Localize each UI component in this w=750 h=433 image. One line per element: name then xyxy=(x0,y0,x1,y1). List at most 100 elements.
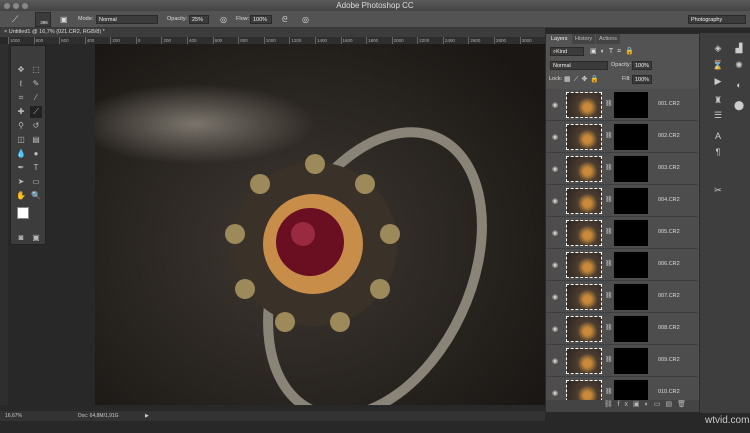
character-panel-icon[interactable]: A xyxy=(709,129,727,143)
layer-row[interactable]: ◉ ⛓ 004.CR2 xyxy=(546,185,698,217)
eyedropper-icon[interactable]: ⁄ xyxy=(30,92,42,104)
tab-layers[interactable]: Layers xyxy=(548,34,571,44)
layer-row[interactable]: ◉ ⛓ 006.CR2 xyxy=(546,249,698,281)
visibility-eye-icon[interactable]: ◉ xyxy=(552,165,558,173)
marquee-tool-icon[interactable]: ⬚ xyxy=(30,64,42,76)
zoom-window-button[interactable] xyxy=(22,3,28,9)
status-menu-arrow-icon[interactable]: ▶ xyxy=(145,411,149,421)
properties-icon[interactable]: ☰ xyxy=(709,108,727,122)
layers-footer-buttons[interactable]: ⛓fx▣◐▭▤🗑 xyxy=(546,400,699,412)
tab-actions[interactable]: Actions xyxy=(596,34,621,44)
layer-mask-thumbnail[interactable] xyxy=(614,156,648,182)
screen-mode-icon[interactable]: ▣ xyxy=(30,232,42,244)
visibility-eye-icon[interactable]: ◉ xyxy=(552,325,558,333)
filter-icons[interactable]: ▣◐T⌗🔒 xyxy=(590,47,638,56)
blur-icon[interactable]: 💧 xyxy=(15,148,27,160)
link-icon[interactable]: ⛓ xyxy=(605,164,613,171)
tools-icon[interactable]: ✂ xyxy=(709,183,727,197)
brush-tool-icon[interactable]: ⟋ xyxy=(30,106,42,118)
document-tab[interactable]: × Untitled1 @ 16,7% (021.CR2, RGB/8) * xyxy=(0,28,545,37)
fill-input[interactable]: 100% xyxy=(632,75,652,84)
close-window-button[interactable] xyxy=(4,3,10,9)
layer-mask-thumbnail[interactable] xyxy=(614,188,648,214)
layer-mask-thumbnail[interactable] xyxy=(614,316,648,342)
visibility-eye-icon[interactable]: ◉ xyxy=(552,101,558,109)
visibility-eye-icon[interactable]: ◉ xyxy=(552,261,558,269)
foreground-color-swatch[interactable] xyxy=(17,207,29,219)
brush-tool-icon[interactable]: ⟋ xyxy=(12,15,18,24)
layer-row[interactable]: ◉ ⛓ 005.CR2 xyxy=(546,217,698,249)
link-icon[interactable]: ⛓ xyxy=(605,260,613,267)
document-canvas[interactable] xyxy=(95,44,545,405)
layer-row[interactable]: ◉ ⛓ 008.CR2 xyxy=(546,313,698,345)
actions-panel-icon[interactable]: ▶ xyxy=(709,74,727,88)
history-brush-icon[interactable]: ↺ xyxy=(30,120,42,132)
tab-history[interactable]: History xyxy=(572,34,596,44)
clone-stamp-icon[interactable]: ⚲ xyxy=(15,120,27,132)
brush-presets-icon[interactable]: ♜ xyxy=(709,93,727,107)
layer-row[interactable]: ◉ ⛓ 009.CR2 xyxy=(546,345,698,377)
layers-panel-icon[interactable]: ◈ xyxy=(709,41,727,55)
zoom-icon[interactable]: 🔍 xyxy=(30,190,42,202)
pressure-opacity-icon[interactable]: ◎ xyxy=(220,15,227,24)
visibility-eye-icon[interactable]: ◉ xyxy=(552,197,558,205)
layer-mask-thumbnail[interactable] xyxy=(614,220,648,246)
brush-size-picker[interactable]: 396 xyxy=(35,12,51,27)
visibility-eye-icon[interactable]: ◉ xyxy=(552,357,558,365)
visibility-eye-icon[interactable]: ◉ xyxy=(552,293,558,301)
adjustments-icon[interactable]: ✺ xyxy=(730,58,748,72)
visibility-eye-icon[interactable]: ◉ xyxy=(552,133,558,141)
airbrush-icon[interactable]: ᘓ xyxy=(282,15,288,24)
pressure-size-icon[interactable]: ◎ xyxy=(302,15,309,24)
gradient-icon[interactable]: ▤ xyxy=(30,134,42,146)
move-tool-icon[interactable]: ✥ xyxy=(15,64,27,76)
link-icon[interactable]: ⛓ xyxy=(605,132,613,139)
quick-mask-icon[interactable]: ◙ xyxy=(15,232,27,244)
histogram-icon[interactable]: ▟ xyxy=(730,41,748,55)
layer-opacity-input[interactable]: 100% xyxy=(632,61,652,70)
link-icon[interactable]: ⛓ xyxy=(605,324,613,331)
mode-select[interactable]: Normal xyxy=(96,15,158,24)
layer-row[interactable]: ◉ ⛓ 001.CR2 xyxy=(546,89,698,121)
brush-panel-icon[interactable]: ▣ xyxy=(60,15,68,24)
dodge-icon[interactable]: ● xyxy=(30,148,42,160)
layer-mask-thumbnail[interactable] xyxy=(614,252,648,278)
link-icon[interactable]: ⛓ xyxy=(605,356,613,363)
path-select-icon[interactable]: ➤ xyxy=(15,176,27,188)
link-icon[interactable]: ⛓ xyxy=(605,100,613,107)
rectangle-icon[interactable]: ▭ xyxy=(30,176,42,188)
hand-icon[interactable]: ✋ xyxy=(15,190,27,202)
layer-mask-thumbnail[interactable] xyxy=(614,284,648,310)
lock-icons[interactable]: ▦⟋✥🔒 xyxy=(564,75,602,84)
lasso-tool-icon[interactable]: ℓ xyxy=(15,78,27,90)
layer-mask-thumbnail[interactable] xyxy=(614,92,648,118)
link-icon[interactable]: ⛓ xyxy=(605,196,613,203)
layer-mask-thumbnail[interactable] xyxy=(614,348,648,374)
paragraph-panel-icon[interactable]: ¶ xyxy=(709,145,727,159)
history-panel-icon[interactable]: ⌛ xyxy=(709,58,727,72)
healing-brush-icon[interactable]: ✚ xyxy=(15,106,27,118)
visibility-eye-icon[interactable]: ◉ xyxy=(552,229,558,237)
link-icon[interactable]: ⛓ xyxy=(605,292,613,299)
layer-row[interactable]: ◉ ⛓ 002.CR2 xyxy=(546,121,698,153)
quick-select-icon[interactable]: ✎ xyxy=(30,78,42,90)
minimize-window-button[interactable] xyxy=(13,3,19,9)
layer-mask-thumbnail[interactable] xyxy=(614,124,648,150)
crop-tool-icon[interactable]: ⌗ xyxy=(15,92,27,104)
link-icon[interactable]: ⛓ xyxy=(605,388,613,395)
layer-row[interactable]: ◉ ⛓ 007.CR2 xyxy=(546,281,698,313)
zoom-level[interactable]: 16,67% xyxy=(5,411,22,421)
workspace-select[interactable]: Photography xyxy=(688,15,746,24)
filter-kind-select[interactable]: ⌕Kind xyxy=(550,47,584,56)
link-icon[interactable]: ⛓ xyxy=(605,228,613,235)
eraser-icon[interactable]: ◫ xyxy=(15,134,27,146)
blend-mode-select[interactable]: Normal xyxy=(550,61,608,70)
layer-row[interactable]: ◉ ⛓ 003.CR2 xyxy=(546,153,698,185)
pen-icon[interactable]: ✒ xyxy=(15,162,27,174)
opacity-input[interactable]: 25% xyxy=(189,15,209,24)
swatches-icon[interactable]: ⬤ xyxy=(730,98,748,112)
color-panel-icon[interactable]: ◐ xyxy=(730,78,748,92)
flow-input[interactable]: 100% xyxy=(250,15,272,24)
visibility-eye-icon[interactable]: ◉ xyxy=(552,389,558,397)
type-icon[interactable]: T xyxy=(30,162,42,174)
